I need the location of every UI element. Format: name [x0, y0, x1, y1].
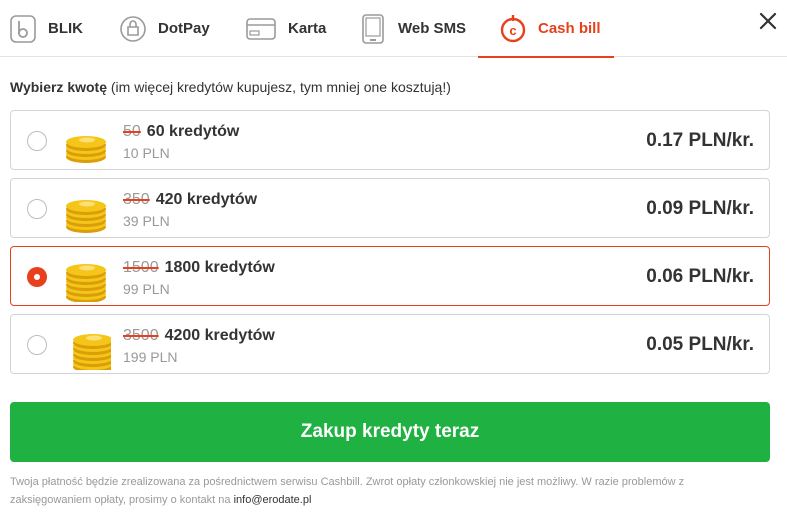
radio-button[interactable] — [27, 199, 47, 219]
phone-icon — [360, 13, 386, 44]
coins-icon — [66, 264, 106, 302]
option-price: 99 PLN — [123, 281, 170, 297]
payment-disclaimer: Twoja płatność będzie zrealizowana za po… — [10, 473, 710, 509]
credits-amount: 50 60 kredytów — [123, 123, 239, 141]
unit-price: 0.17 PLN/kr. — [646, 130, 754, 151]
credits-amount: 1500 1800 kredytów — [123, 259, 275, 277]
option-price: 10 PLN — [123, 145, 170, 161]
disclaimer-text: Twoja płatność będzie zrealizowana za po… — [10, 476, 685, 506]
tab-karta-label: Karta — [288, 20, 327, 37]
cashbill-icon: c — [500, 14, 526, 44]
tab-cash-bill[interactable]: c Cash bill — [478, 0, 614, 58]
tab-blik[interactable]: BLIK — [10, 0, 83, 57]
old-credits: 1500 — [123, 259, 159, 276]
unit-price: 0.05 PLN/kr. — [646, 334, 754, 355]
credits-label: 4200 kredytów — [164, 327, 275, 344]
credits-label: 60 kredytów — [146, 123, 240, 140]
close-icon[interactable] — [757, 10, 779, 32]
option-price: 39 PLN — [123, 213, 170, 229]
credits-label: 420 kredytów — [155, 191, 258, 208]
credits-amount: 3500 4200 kredytów — [123, 327, 275, 345]
coins-icon — [66, 136, 106, 163]
unit-price: 0.06 PLN/kr. — [646, 266, 754, 287]
tab-web-sms-label: Web SMS — [398, 20, 467, 37]
credits-label: 1800 kredytów — [164, 259, 275, 276]
coins-icon — [66, 200, 106, 233]
card-icon — [246, 14, 276, 44]
tab-cash-bill-label: Cash bill — [538, 20, 601, 37]
unit-price: 0.09 PLN/kr. — [646, 198, 754, 219]
tab-web-sms[interactable]: Web SMS — [360, 0, 466, 57]
credit-option-420[interactable]: 350 420 kredytów 39 PLN 0.09 PLN/kr. — [10, 178, 770, 238]
radio-button[interactable] — [27, 131, 47, 151]
old-credits: 350 — [123, 191, 150, 208]
amount-heading-note: (im więcej kredytów kupujesz, tym mniej … — [107, 79, 451, 95]
tab-karta[interactable]: Karta — [246, 0, 326, 57]
radio-button-selected[interactable] — [27, 267, 47, 287]
amount-heading: Wybierz kwotę (im więcej kredytów kupuje… — [10, 79, 451, 95]
blik-icon — [10, 14, 36, 44]
tab-blik-label: BLIK — [48, 20, 83, 37]
radio-button[interactable] — [27, 335, 47, 355]
option-price: 199 PLN — [123, 349, 178, 365]
svg-text:c: c — [509, 23, 516, 38]
contact-email-link[interactable]: info@erodate.pl — [234, 494, 312, 506]
dotpay-icon — [120, 14, 146, 44]
credits-amount: 350 420 kredytów — [123, 191, 257, 209]
old-credits: 3500 — [123, 327, 159, 344]
tab-dotpay[interactable]: DotPay — [120, 0, 210, 57]
amount-heading-title: Wybierz kwotę — [10, 79, 107, 95]
credit-option-60[interactable]: 50 60 kredytów 10 PLN 0.17 PLN/kr. — [10, 110, 770, 170]
coins-icon — [73, 334, 111, 370]
credit-option-1800[interactable]: 1500 1800 kredytów 99 PLN 0.06 PLN/kr. — [10, 246, 770, 306]
old-credits: 50 — [123, 123, 141, 140]
tab-dotpay-label: DotPay — [158, 20, 210, 37]
payment-method-tabs: BLIK DotPay Karta Web SMS c Cash bill — [0, 0, 787, 58]
credit-option-4200[interactable]: 3500 4200 kredytów 199 PLN 0.05 PLN/kr. — [10, 314, 770, 374]
buy-credits-button[interactable]: Zakup kredyty teraz — [10, 402, 770, 462]
